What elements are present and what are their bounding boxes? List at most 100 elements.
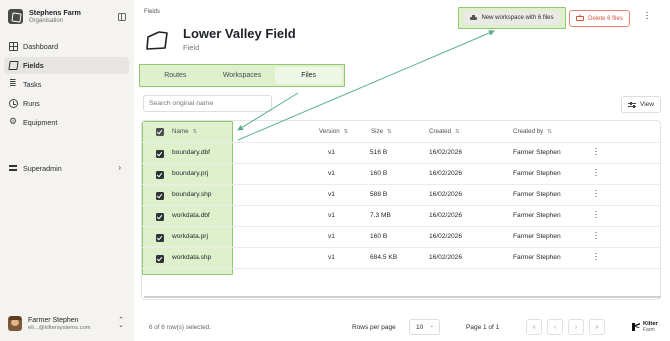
org-switcher[interactable]: Stephens Farm Organisation bbox=[8, 8, 81, 24]
file-created: 16/02/2026 bbox=[429, 212, 463, 219]
file-name: workdata.dbf bbox=[172, 212, 210, 219]
delete-label: Delete 6 files bbox=[588, 15, 623, 22]
file-size: 588 B bbox=[370, 191, 388, 198]
file-created-by: Farmer Stephen bbox=[513, 191, 561, 198]
file-version: v1 bbox=[328, 233, 335, 240]
file-size: 160 B bbox=[370, 170, 388, 177]
select-all-checkbox[interactable] bbox=[156, 128, 164, 136]
more-options-icon[interactable]: · · · bbox=[644, 8, 650, 24]
column-header-name[interactable]: Name ⇅ bbox=[172, 128, 197, 135]
column-header-created[interactable]: Created ⇅ bbox=[429, 128, 460, 135]
view-label: View bbox=[640, 101, 654, 108]
sidebar-collapse-icon[interactable] bbox=[118, 13, 126, 21]
new-workspace-button[interactable]: New workspace with 6 files bbox=[458, 7, 566, 29]
sidebar-item-runs[interactable]: Runs bbox=[4, 95, 129, 112]
org-name: Stephens Farm bbox=[29, 8, 81, 17]
last-page-button[interactable]: » bbox=[589, 319, 605, 335]
brand-sub: Farm bbox=[643, 327, 655, 333]
row-checkbox[interactable] bbox=[156, 255, 164, 263]
file-version: v1 bbox=[328, 191, 335, 198]
superadmin-icon bbox=[9, 165, 17, 171]
row-more-icon[interactable]: · · · bbox=[594, 249, 598, 264]
prev-page-button[interactable]: ‹ bbox=[547, 319, 563, 335]
page-subtitle: Field bbox=[183, 43, 200, 52]
tab-workspaces[interactable]: Workspaces bbox=[209, 67, 276, 84]
tab-routes[interactable]: Routes bbox=[142, 67, 209, 84]
column-header-created-by[interactable]: Created by ⇅ bbox=[513, 128, 552, 135]
breadcrumb[interactable]: Fields bbox=[144, 9, 160, 15]
row-checkbox[interactable] bbox=[156, 234, 164, 242]
row-more-icon[interactable]: · · · bbox=[594, 165, 598, 180]
column-header-version[interactable]: Version ⇅ bbox=[319, 128, 348, 135]
chevron-updown-icon: ⌃ ⌄ bbox=[118, 317, 124, 329]
org-logo-icon bbox=[8, 8, 23, 24]
file-created: 16/02/2026 bbox=[429, 170, 463, 177]
view-button[interactable]: View bbox=[621, 96, 661, 113]
grid-icon bbox=[9, 42, 18, 51]
files-table: Name ⇅ Version ⇅ Size ⇅ Created ⇅ Created by… bbox=[141, 120, 661, 300]
tractor-icon bbox=[470, 15, 478, 21]
table-row[interactable]: boundary.dbf v1 516 B 16/02/2026 Farmer … bbox=[142, 143, 660, 164]
tab-files[interactable]: Files bbox=[275, 67, 343, 84]
table-row[interactable]: boundary.prj v1 160 B 16/02/2026 Farmer … bbox=[142, 164, 660, 185]
field-shape-icon bbox=[146, 31, 168, 50]
file-size: 7.3 MB bbox=[370, 212, 391, 219]
file-name: workdata.shp bbox=[172, 254, 212, 261]
row-checkbox[interactable] bbox=[156, 192, 164, 200]
sidebar-item-tasks[interactable]: Tasks bbox=[4, 76, 129, 93]
user-menu[interactable]: Farmer Stephen eli...@kiltersystems.com … bbox=[8, 316, 128, 331]
delete-files-button[interactable]: Delete 6 files bbox=[569, 10, 630, 27]
file-size: 160 B bbox=[370, 233, 388, 240]
page-title: Lower Valley Field bbox=[183, 26, 296, 41]
clock-icon bbox=[9, 99, 18, 108]
row-checkbox[interactable] bbox=[156, 150, 164, 158]
row-checkbox[interactable] bbox=[156, 171, 164, 179]
kilter-logo-icon bbox=[632, 323, 640, 331]
rows-per-page-select[interactable]: 10 ⌄ bbox=[409, 319, 440, 335]
column-header-size[interactable]: Size ⇅ bbox=[371, 128, 392, 135]
file-created-by: Farmer Stephen bbox=[513, 149, 561, 156]
sidebar-item-superadmin[interactable]: Superadmin › bbox=[4, 160, 129, 176]
sidebar-item-dashboard[interactable]: Dashboard bbox=[4, 38, 129, 55]
tab-bar: Routes Workspaces Files bbox=[139, 64, 345, 87]
file-created: 16/02/2026 bbox=[429, 149, 463, 156]
file-version: v1 bbox=[328, 170, 335, 177]
file-name: boundary.dbf bbox=[172, 149, 211, 156]
main-content: Fields Lower Valley Field Field New work… bbox=[134, 0, 670, 341]
sliders-icon bbox=[628, 101, 636, 108]
row-more-icon[interactable]: · · · bbox=[594, 144, 598, 159]
gear-icon bbox=[9, 116, 18, 127]
file-created-by: Farmer Stephen bbox=[513, 254, 561, 261]
row-checkbox[interactable] bbox=[156, 213, 164, 221]
user-name: Farmer Stephen bbox=[28, 316, 79, 324]
file-created-by: Farmer Stephen bbox=[513, 212, 561, 219]
file-created: 16/02/2026 bbox=[429, 191, 463, 198]
sidebar-item-equipment[interactable]: Equipment bbox=[4, 114, 129, 131]
chevron-down-icon: ⌄ bbox=[429, 323, 434, 329]
search-input[interactable] bbox=[143, 95, 272, 112]
sidebar-item-label: Runs bbox=[23, 99, 40, 108]
field-icon bbox=[8, 61, 19, 70]
file-created-by: Farmer Stephen bbox=[513, 233, 561, 240]
row-more-icon[interactable]: · · · bbox=[594, 228, 598, 243]
sidebar-item-fields[interactable]: Fields bbox=[4, 57, 129, 74]
rows-per-page-value: 10 bbox=[416, 323, 424, 331]
table-row[interactable]: boundary.shp v1 588 B 16/02/2026 Farmer … bbox=[142, 185, 660, 206]
sidebar-nav: Dashboard Fields Tasks Runs Equipment bbox=[4, 38, 129, 133]
first-page-button[interactable]: « bbox=[526, 319, 542, 335]
table-row[interactable]: workdata.dbf v1 7.3 MB 16/02/2026 Farmer… bbox=[142, 206, 660, 227]
file-version: v1 bbox=[328, 149, 335, 156]
file-created-by: Farmer Stephen bbox=[513, 170, 561, 177]
delete-icon bbox=[576, 14, 585, 21]
file-name: workdata.prj bbox=[172, 233, 208, 240]
horizontal-scrollbar[interactable] bbox=[144, 296, 661, 298]
chevron-right-icon: › bbox=[118, 163, 121, 172]
page-indicator: Page 1 of 1 bbox=[466, 324, 500, 331]
table-row[interactable]: workdata.prj v1 160 B 16/02/2026 Farmer … bbox=[142, 227, 660, 248]
table-row[interactable]: workdata.shp v1 684.5 KB 16/02/2026 Farm… bbox=[142, 248, 660, 269]
file-created: 16/02/2026 bbox=[429, 233, 463, 240]
row-more-icon[interactable]: · · · bbox=[594, 186, 598, 201]
sidebar-item-label: Fields bbox=[23, 61, 44, 70]
row-more-icon[interactable]: · · · bbox=[594, 207, 598, 222]
next-page-button[interactable]: › bbox=[568, 319, 584, 335]
